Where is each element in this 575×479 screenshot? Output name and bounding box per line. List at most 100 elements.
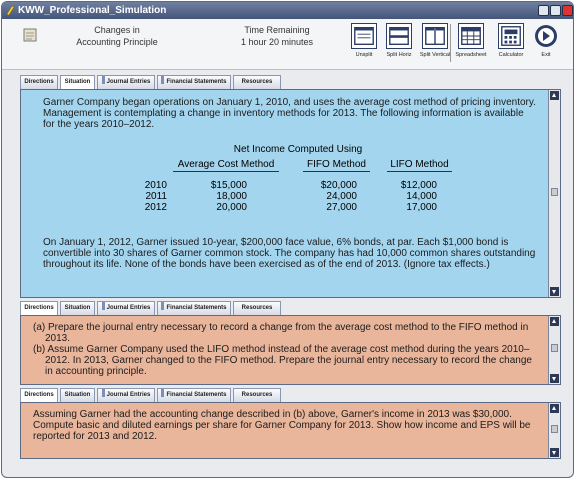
column-header: FIFO Method — [303, 159, 370, 172]
split-vertical-icon — [422, 23, 448, 49]
direction-item-a: (a) Prepare the journal entry necessary … — [33, 322, 529, 344]
column-header: LIFO Method — [387, 159, 452, 172]
scroll-up-icon[interactable] — [550, 91, 559, 100]
directions-content-b: Assuming Garner had the accounting chang… — [33, 409, 536, 442]
split-vertical-button[interactable]: Split Vertical — [418, 23, 452, 58]
lifo-cell: 17,000 — [406, 202, 437, 213]
direction-eps: Assuming Garner had the accounting chang… — [33, 409, 531, 442]
maximize-button[interactable] — [550, 5, 561, 16]
tab-financial-statements[interactable]: Financial Statements — [157, 301, 231, 315]
time-label: Time Remaining — [244, 25, 310, 35]
tab-directions[interactable]: Directions — [20, 388, 58, 402]
situation-paragraph-1: Garner Company began operations on Janua… — [43, 97, 536, 130]
scroll-thumb[interactable] — [551, 344, 558, 352]
table-title: Net Income Computed Using — [233, 144, 363, 155]
split-horizontal-icon — [386, 23, 412, 49]
scroll-thumb[interactable] — [551, 425, 558, 433]
scroll-down-icon[interactable] — [550, 287, 559, 296]
window-title: KWW_Professional_Simulation — [18, 5, 167, 16]
sim-name-line2: Accounting Principle — [76, 37, 158, 47]
directions-panel-b: Assuming Garner had the accounting chang… — [20, 402, 561, 459]
calculator-button[interactable]: Calculator — [496, 23, 526, 58]
tab-directions[interactable]: Directions — [20, 301, 58, 315]
split-horiz-label: Split Horiz — [386, 52, 412, 58]
scroll-down-icon[interactable] — [550, 374, 559, 383]
tab-situation[interactable]: Situation — [60, 388, 95, 402]
directions-b-scrollbar[interactable] — [548, 403, 560, 458]
year-cell: 2011 — [145, 191, 167, 202]
calculator-label: Calculator — [498, 52, 524, 58]
unsplit-button[interactable]: Unsplit — [350, 23, 378, 58]
tab-marker-icon — [161, 76, 165, 84]
tab-directions[interactable]: Directions — [20, 75, 58, 89]
tab-label: Journal Entries — [106, 392, 151, 398]
scroll-down-icon[interactable] — [550, 448, 559, 457]
situation-panel: Garner Company began operations on Janua… — [20, 89, 561, 298]
situation-content-2: On January 1, 2012, Garner issued 10-yea… — [43, 237, 536, 270]
lifo-cell: $12,000 — [400, 180, 437, 191]
tab-marker-icon — [101, 302, 105, 310]
tab-label: Financial Statements — [166, 79, 227, 85]
tab-label: Financial Statements — [166, 392, 227, 398]
spreadsheet-button[interactable]: Spreadsheet — [454, 23, 488, 58]
lifo-cell: 14,000 — [406, 191, 437, 202]
sim-name-line1: Changes in — [94, 25, 140, 35]
exit-label: Exit — [541, 52, 551, 58]
situation-content: Garner Company began operations on Janua… — [43, 97, 536, 130]
tab-financial-statements[interactable]: Financial Statements — [157, 75, 231, 89]
scroll-up-icon[interactable] — [550, 404, 559, 413]
spreadsheet-icon — [458, 23, 484, 49]
tab-resources[interactable]: Resources — [233, 301, 281, 315]
avg-cell: 20,000 — [216, 202, 247, 213]
simulation-name: Changes in Accounting Principle — [42, 24, 192, 48]
tab-resources[interactable]: Resources — [233, 388, 281, 402]
avg-cell: 18,000 — [216, 191, 247, 202]
notepad-icon — [23, 28, 37, 42]
header-bar: Changes in Accounting Principle Time Rem… — [2, 19, 573, 70]
simulation-window: KWW_Professional_Simulation Changes in A… — [1, 1, 574, 478]
year-cell: 2012 — [144, 202, 167, 213]
tab-label: Financial Statements — [166, 305, 227, 311]
close-button[interactable] — [562, 5, 573, 16]
pencil-icon — [6, 5, 15, 16]
time-remaining: Time Remaining 1 hour 20 minutes — [222, 24, 332, 48]
tab-marker-icon — [101, 76, 105, 84]
spreadsheet-label: Spreadsheet — [455, 52, 487, 58]
directions-a-scrollbar[interactable] — [548, 316, 560, 384]
tab-financial-statements[interactable]: Financial Statements — [157, 388, 231, 402]
fifo-cell: $20,000 — [320, 180, 357, 191]
tab-label: Journal Entries — [106, 305, 151, 311]
column-header: Average Cost Method — [173, 159, 279, 172]
year-cell: 2010 — [144, 180, 167, 191]
tab-label: Journal Entries — [106, 79, 151, 85]
scroll-thumb[interactable] — [551, 188, 558, 196]
exit-button[interactable]: Exit — [532, 23, 560, 58]
tab-marker-icon — [101, 389, 105, 397]
tab-marker-icon — [161, 302, 165, 310]
situation-scrollbar[interactable] — [548, 90, 560, 297]
avg-cell: $15,000 — [210, 180, 247, 191]
scroll-up-icon[interactable] — [550, 317, 559, 326]
calculator-icon — [498, 23, 524, 49]
split-horiz-button[interactable]: Split Horiz — [382, 23, 416, 58]
direction-item-b: (b) Assume Garner Company used the LIFO … — [33, 344, 532, 377]
split-vertical-label: Split Vertical — [419, 52, 451, 58]
directions-panel-a: (a) Prepare the journal entry necessary … — [20, 315, 561, 385]
minimize-button[interactable] — [538, 5, 549, 16]
tab-situation[interactable]: Situation — [60, 301, 95, 315]
unsplit-icon — [351, 23, 377, 49]
exit-arrow-icon — [535, 25, 557, 47]
toolbar-divider — [450, 24, 451, 62]
directions-content-a: (a) Prepare the journal entry necessary … — [33, 322, 536, 377]
situation-paragraph-2: On January 1, 2012, Garner issued 10-yea… — [43, 237, 536, 270]
tab-journal-entries[interactable]: Journal Entries — [97, 75, 155, 89]
fifo-cell: 24,000 — [326, 191, 357, 202]
unsplit-label: Unsplit — [355, 52, 373, 58]
tab-resources[interactable]: Resources — [233, 75, 281, 89]
tab-situation[interactable]: Situation — [60, 75, 95, 89]
tab-marker-icon — [161, 389, 165, 397]
tab-journal-entries[interactable]: Journal Entries — [97, 301, 155, 315]
tab-journal-entries[interactable]: Journal Entries — [97, 388, 155, 402]
title-bar: KWW_Professional_Simulation — [2, 2, 573, 19]
fifo-cell: 27,000 — [326, 202, 357, 213]
